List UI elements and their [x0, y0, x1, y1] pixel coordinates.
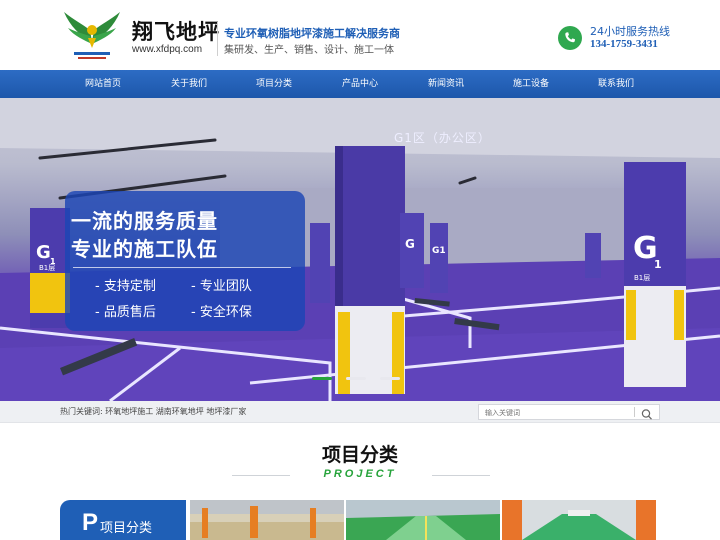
slogan-sub: 集研发、生产、销售、设计、施工一体: [224, 45, 394, 56]
hot-keywords-bar: 热门关键词: 环氧地坪施工 湖南环氧地坪 地坪漆厂家: [0, 401, 720, 423]
category-label: 项目分类: [100, 521, 153, 536]
site-header: 翔飞地坪 www.xfdpq.com 专业环氧树脂地坪漆施工解决服务商 集研发、…: [0, 0, 720, 70]
nav-item-about[interactable]: 关于我们: [146, 70, 232, 98]
pillar-floor-label: B1层: [634, 274, 650, 282]
nav-item-projects[interactable]: 项目分类: [231, 70, 317, 98]
section-title: 项目分类: [321, 444, 398, 466]
promo-feature-aftersales: - 品质售后: [95, 305, 156, 320]
search-button[interactable]: [639, 406, 655, 420]
promo-divider: [73, 267, 291, 268]
hot-keywords-label: 热门关键词:: [60, 407, 103, 416]
svg-text:G: G: [405, 237, 415, 251]
project-thumbnail[interactable]: [190, 500, 344, 540]
main-nav: 网站首页 关于我们 项目分类 产品中心 新闻资讯 施工设备 联系我们: [0, 70, 720, 98]
keyword-link[interactable]: 湖南环氧地坪: [156, 407, 204, 416]
header-divider: [217, 22, 218, 56]
search-icon: [641, 409, 652, 420]
page: 翔飞地坪 www.xfdpq.com 专业环氧树脂地坪漆施工解决服务商 集研发、…: [0, 0, 720, 540]
hero-banner[interactable]: G 1 G 1 G G1 B1层 B1层 G1区（办公区） 一流的服务质量 专业…: [0, 98, 720, 401]
hotline-label: 24小时服务热线: [590, 25, 670, 38]
nav-item-equipment[interactable]: 施工设备: [488, 70, 574, 98]
logo-url: www.xfdpq.com: [132, 44, 203, 55]
keyword-link[interactable]: 环氧地坪施工: [105, 407, 153, 416]
nav-item-news[interactable]: 新闻资讯: [403, 70, 489, 98]
nav-item-contact[interactable]: 联系我们: [573, 70, 659, 98]
slider-dot-3[interactable]: [380, 377, 400, 380]
hotline-number[interactable]: 134-1759-3431: [590, 38, 658, 50]
promo-feature-safety: - 安全环保: [191, 305, 252, 320]
zone-label: G1区（办公区）: [394, 131, 491, 145]
promo-headline-2: 专业的施工队伍: [71, 237, 218, 261]
logo-name[interactable]: 翔飞地坪: [132, 16, 220, 46]
logo-eagle-icon[interactable]: [60, 8, 124, 64]
promo-feature-custom: - 支持定制: [95, 279, 156, 294]
project-section: 项目分类 PROJECT P 项目分类: [0, 423, 720, 540]
project-thumbnail[interactable]: [502, 500, 656, 540]
hot-keywords: 热门关键词: 环氧地坪施工 湖南环氧地坪 地坪漆厂家: [60, 406, 246, 417]
nav-item-products[interactable]: 产品中心: [317, 70, 403, 98]
search-input[interactable]: [485, 407, 630, 418]
phone-icon: [558, 26, 582, 50]
category-letter: P: [82, 509, 99, 536]
svg-text:B1层: B1层: [39, 264, 55, 272]
slogan-main: 专业环氧树脂地坪漆施工解决服务商: [224, 27, 400, 40]
promo-feature-team: - 专业团队: [191, 279, 252, 294]
nav-item-home[interactable]: 网站首页: [60, 70, 146, 98]
slider-dot-1[interactable]: [312, 377, 332, 380]
keyword-link[interactable]: 地坪漆厂家: [206, 407, 246, 416]
search-box: [478, 404, 660, 420]
search-divider: [634, 407, 635, 417]
section-subtitle: PROJECT: [323, 468, 397, 480]
project-category-button[interactable]: P 项目分类: [60, 500, 186, 540]
slider-dot-2[interactable]: [346, 377, 366, 380]
promo-headline-1: 一流的服务质量: [71, 209, 218, 233]
promo-card: 一流的服务质量 专业的施工队伍 - 支持定制 - 专业团队 - 品质售后 - 安…: [65, 191, 305, 331]
svg-text:1: 1: [654, 258, 662, 271]
svg-text:G: G: [36, 242, 51, 263]
svg-text:G1: G1: [432, 246, 446, 256]
project-thumbnail[interactable]: [346, 500, 500, 540]
